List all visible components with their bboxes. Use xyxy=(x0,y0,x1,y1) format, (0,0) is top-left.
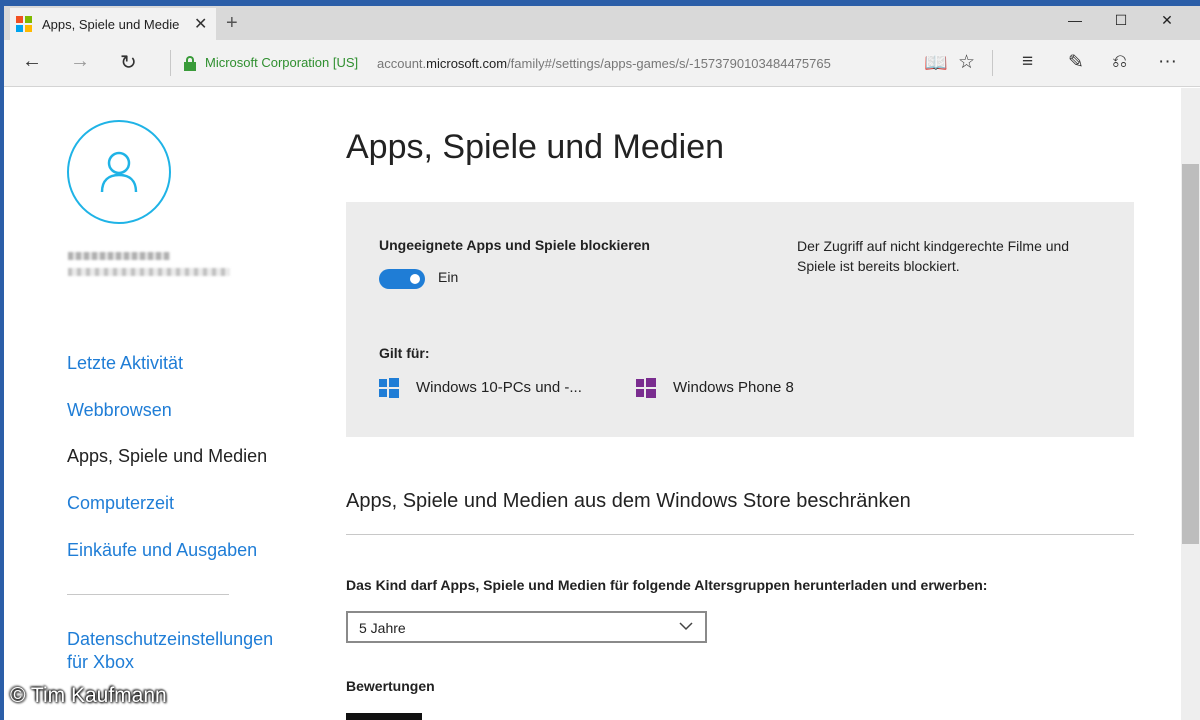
ratings-label: Bewertungen xyxy=(346,678,435,694)
toolbar-divider xyxy=(170,50,171,76)
store-section-title: Apps, Spiele und Medien aus dem Windows … xyxy=(346,490,911,512)
close-window-button[interactable]: ✕ xyxy=(1144,12,1190,29)
favorite-star-icon[interactable]: ☆ xyxy=(958,51,975,74)
device-windows-phone: Windows Phone 8 xyxy=(673,379,794,396)
age-question-label: Das Kind darf Apps, Spiele und Medien fü… xyxy=(346,577,988,593)
forward-button[interactable]: → xyxy=(70,50,90,73)
address-bar: ← → ↻ Microsoft Corporation [US] account… xyxy=(4,40,1200,87)
xbox-privacy-link[interactable]: Datenschutzeinstellungen für Xbox xyxy=(67,628,287,674)
site-identity[interactable]: Microsoft Corporation [US] xyxy=(205,55,358,70)
lock-icon[interactable] xyxy=(184,56,196,71)
reading-view-icon[interactable]: 📖 xyxy=(924,51,948,75)
redacted-user-name xyxy=(68,252,170,260)
windows-logo-icon xyxy=(379,378,399,398)
device-windows-pcs: Windows 10-PCs und -... xyxy=(416,379,582,396)
block-apps-label: Ungeeignete Apps und Spiele blockieren xyxy=(379,237,650,253)
tab-bar: Apps, Spiele und Medie ✕ + — ☐ ✕ xyxy=(4,6,1200,40)
avatar xyxy=(67,120,171,224)
copyright-watermark: © Tim Kaufmann xyxy=(10,684,167,707)
minimize-button[interactable]: — xyxy=(1052,12,1098,28)
section-divider xyxy=(346,534,1134,535)
maximize-button[interactable]: ☐ xyxy=(1098,12,1144,29)
windows-phone-logo-icon xyxy=(636,378,656,398)
scrollbar-thumb[interactable] xyxy=(1182,164,1199,544)
page-title: Apps, Spiele und Medien xyxy=(346,128,725,166)
chevron-down-icon xyxy=(679,619,693,638)
sidebar-item-apps-spiele-medien[interactable]: Apps, Spiele und Medien xyxy=(67,446,267,467)
toolbar-divider xyxy=(992,50,993,76)
age-group-select[interactable]: 5 Jahre xyxy=(346,611,707,643)
web-note-icon[interactable]: ✎ xyxy=(1068,51,1084,74)
block-settings-card: Ungeeignete Apps und Spiele blockieren E… xyxy=(346,202,1134,437)
toggle-state-label: Ein xyxy=(438,269,459,285)
back-button[interactable]: ← xyxy=(22,50,42,73)
tab-title: Apps, Spiele und Medie xyxy=(42,16,180,32)
url-field[interactable]: account.microsoft.com/family#/settings/a… xyxy=(377,56,831,71)
person-icon xyxy=(100,151,138,193)
age-group-value: 5 Jahre xyxy=(359,620,406,636)
share-icon[interactable]: ⎌ xyxy=(1112,51,1127,73)
block-note: Der Zugriff auf nicht kindgerechte Filme… xyxy=(797,238,1070,274)
more-icon[interactable]: ··· xyxy=(1158,51,1177,73)
rating-image xyxy=(346,713,422,720)
block-apps-toggle[interactable] xyxy=(379,269,425,289)
microsoft-logo-icon xyxy=(16,16,32,32)
sidebar-item-computerzeit[interactable]: Computerzeit xyxy=(67,493,174,514)
refresh-button[interactable]: ↻ xyxy=(120,50,137,75)
page-scrollbar[interactable] xyxy=(1181,88,1200,720)
sidebar-item-einkaeufe-ausgaben[interactable]: Einkäufe und Ausgaben xyxy=(67,540,257,561)
redacted-user-email xyxy=(68,268,230,276)
new-tab-button[interactable]: + xyxy=(226,12,238,35)
tab-close-icon[interactable]: ✕ xyxy=(194,14,207,34)
sidebar-item-letzte-aktivitaet[interactable]: Letzte Aktivität xyxy=(67,353,183,374)
hub-icon[interactable]: ≡ xyxy=(1022,51,1033,73)
tab-apps-spiele-medien[interactable]: Apps, Spiele und Medie ✕ xyxy=(10,8,216,40)
applies-to-label: Gilt für: xyxy=(379,345,430,361)
sidebar-divider xyxy=(67,594,229,595)
sidebar-item-webbrowsen[interactable]: Webbrowsen xyxy=(67,400,172,421)
window-frame-left xyxy=(0,0,4,720)
